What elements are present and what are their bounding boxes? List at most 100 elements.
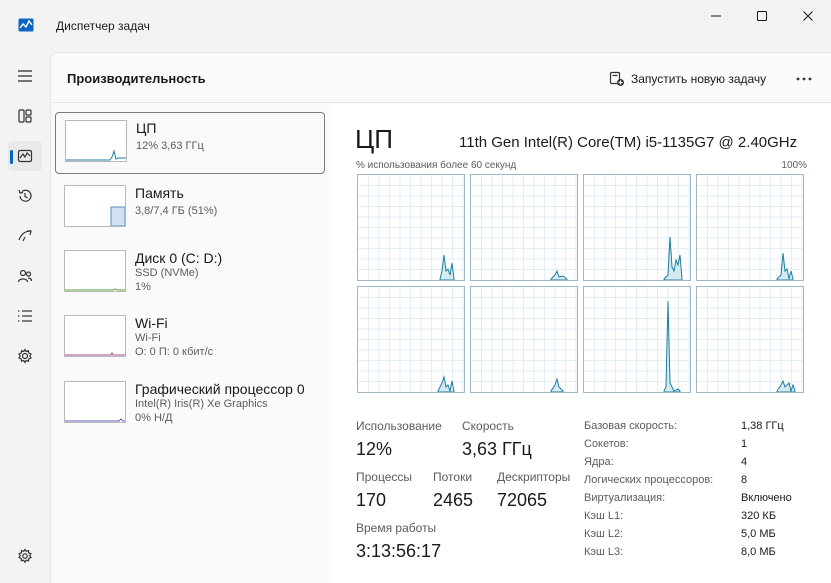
cpu-core-graph bbox=[583, 286, 691, 393]
device-item-gpu[interactable]: Графический процессор 0 Intel(R) Iris(R)… bbox=[55, 374, 325, 436]
window-title: Диспетчер задач bbox=[56, 19, 150, 33]
maximize-icon bbox=[757, 11, 767, 21]
device-item-disk[interactable]: Диск 0 (C: D:) SSD (NVMe) 1% bbox=[55, 243, 325, 305]
spec-label: Базовая скорость: bbox=[584, 420, 678, 432]
device-name: ЦП bbox=[136, 120, 157, 136]
navigation-rail bbox=[0, 52, 50, 583]
cpu-model: 11th Gen Intel(R) Core(TM) i5-1135G7 @ 2… bbox=[459, 134, 798, 151]
close-icon bbox=[803, 11, 813, 21]
nav-settings[interactable] bbox=[8, 541, 42, 571]
details-icon bbox=[18, 310, 32, 322]
handles-value: 72065 bbox=[497, 490, 548, 510]
spec-label: Кэш L3: bbox=[584, 546, 624, 558]
nav-app-history[interactable] bbox=[8, 181, 42, 211]
cpu-core-graph bbox=[696, 286, 804, 393]
device-detail: SSD (NVMe) bbox=[135, 267, 199, 279]
page-title: Производительность bbox=[67, 71, 206, 86]
run-task-icon bbox=[609, 71, 624, 86]
cpu-detail-panel: ЦП 11th Gen Intel(R) Core(TM) i5-1135G7 … bbox=[331, 104, 831, 583]
speed-value: 3,63 ГГц bbox=[462, 439, 532, 459]
users-icon bbox=[17, 269, 33, 283]
device-thumb-cpu bbox=[65, 120, 127, 162]
page-header: Производительность Запустить новую задач… bbox=[51, 53, 831, 103]
spec-label: Сокетов: bbox=[584, 438, 629, 450]
processes-label: Процессы bbox=[356, 470, 413, 484]
minimize-icon bbox=[711, 15, 721, 17]
spec-label: Виртуализация: bbox=[584, 492, 666, 504]
performance-icon bbox=[17, 149, 33, 163]
spec-value: 1,38 ГГц bbox=[741, 420, 784, 432]
task-manager-app-icon bbox=[18, 18, 34, 32]
active-indicator bbox=[10, 150, 13, 164]
nav-processes[interactable] bbox=[8, 101, 42, 131]
content-area: Производительность Запустить новую задач… bbox=[50, 52, 831, 583]
cpu-title: ЦП bbox=[355, 124, 393, 154]
processes-value: 170 bbox=[356, 490, 387, 510]
device-detail: Wi-Fi bbox=[135, 332, 161, 344]
usage-value: 12% bbox=[356, 439, 393, 459]
device-detail-2: 0% Н/Д bbox=[135, 412, 173, 424]
spec-value: 4 bbox=[741, 456, 748, 468]
device-detail: 12% 3,63 ГГц bbox=[136, 140, 204, 152]
device-detail-2: 1% bbox=[135, 281, 151, 293]
more-icon bbox=[796, 77, 812, 81]
spec-value: 8 bbox=[741, 474, 748, 486]
cpu-core-graph bbox=[470, 174, 578, 281]
history-icon bbox=[18, 189, 32, 202]
spec-value: Включено bbox=[741, 492, 792, 504]
spec-value: 320 КБ bbox=[741, 510, 777, 522]
device-thumb-disk bbox=[64, 250, 126, 292]
cpu-core-graph bbox=[357, 286, 465, 393]
handles-label: Дескрипторы bbox=[497, 470, 571, 484]
more-options-button[interactable] bbox=[791, 67, 817, 91]
cpu-activity-trace bbox=[550, 269, 568, 280]
run-new-task-button[interactable]: Запустить новую задачу bbox=[609, 67, 766, 91]
device-detail: 3,8/7,4 ГБ (51%) bbox=[135, 205, 218, 217]
device-name: Wi-Fi bbox=[135, 315, 168, 331]
device-name: Память bbox=[135, 185, 184, 201]
spec-value: 5,0 МБ bbox=[741, 528, 776, 540]
cpu-core-graph bbox=[470, 286, 578, 393]
nav-startup-apps[interactable] bbox=[8, 221, 42, 251]
cpu-activity-trace bbox=[663, 300, 681, 392]
minimize-button[interactable] bbox=[693, 0, 739, 32]
nav-services[interactable] bbox=[8, 341, 42, 371]
maximize-button[interactable] bbox=[739, 0, 785, 32]
services-icon bbox=[18, 348, 32, 364]
spec-label: Кэш L2: bbox=[584, 528, 624, 540]
spec-value: 1 bbox=[741, 438, 748, 450]
close-button[interactable] bbox=[785, 0, 831, 32]
startup-icon bbox=[18, 230, 32, 242]
cpu-activity-trace bbox=[550, 377, 564, 392]
title-bar: Диспетчер задач bbox=[0, 0, 831, 52]
spec-label: Логических процессоров: bbox=[584, 474, 714, 486]
uptime-value: 3:13:56:17 bbox=[356, 541, 442, 561]
device-item-wifi[interactable]: Wi-Fi Wi-Fi О: 0 П: 0 кбит/с bbox=[55, 308, 325, 370]
uptime-label: Время работы bbox=[356, 521, 437, 535]
speed-label: Скорость bbox=[462, 419, 514, 433]
device-name: Графический процессор 0 bbox=[135, 381, 305, 397]
nav-users[interactable] bbox=[8, 261, 42, 291]
processes-icon bbox=[18, 109, 32, 123]
device-item-memory[interactable]: Память 3,8/7,4 ГБ (51%) bbox=[55, 178, 325, 240]
nav-performance[interactable] bbox=[8, 141, 42, 171]
device-thumb-gpu bbox=[64, 381, 126, 423]
cpu-activity-trace bbox=[437, 375, 455, 392]
nav-details[interactable] bbox=[8, 301, 42, 331]
hamburger-icon bbox=[18, 70, 32, 82]
device-detail-2: О: 0 П: 0 кбит/с bbox=[135, 346, 214, 358]
cpu-activity-trace bbox=[776, 379, 796, 392]
spec-label: Ядра: bbox=[584, 456, 614, 468]
threads-label: Потоки bbox=[433, 470, 473, 484]
device-name: Диск 0 (C: D:) bbox=[135, 250, 223, 266]
utilization-graph-max: 100% bbox=[781, 160, 807, 171]
device-thumb-wifi bbox=[64, 315, 126, 357]
cpu-core-graph bbox=[357, 174, 465, 281]
menu-button[interactable] bbox=[8, 61, 42, 91]
cpu-core-graph bbox=[696, 174, 804, 281]
threads-value: 2465 bbox=[433, 490, 474, 510]
cpu-core-graph bbox=[583, 174, 691, 281]
device-item-cpu[interactable]: ЦП 12% 3,63 ГГц bbox=[55, 112, 325, 174]
device-detail: Intel(R) Iris(R) Xe Graphics bbox=[135, 398, 268, 410]
usage-label: Использование bbox=[356, 419, 442, 433]
